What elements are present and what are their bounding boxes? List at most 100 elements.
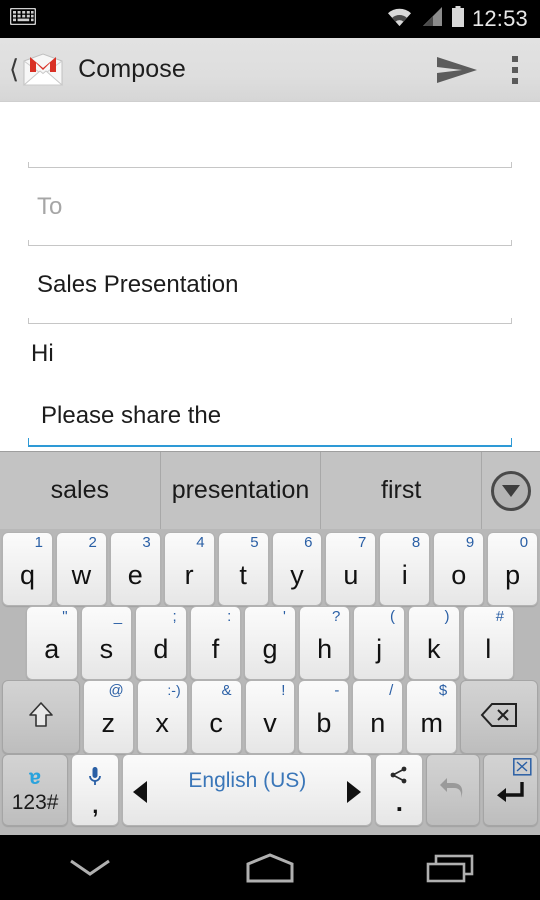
key-g[interactable]: ' g (244, 606, 296, 680)
home-icon[interactable] (180, 852, 360, 884)
chevron-down-circle-icon[interactable] (482, 452, 540, 529)
cut-scissors-icon (513, 758, 532, 781)
page-title: Compose (78, 55, 186, 83)
key-label: b (316, 707, 332, 738)
key-x[interactable]: :-) x (136, 680, 188, 754)
key-c[interactable]: & c (190, 680, 242, 754)
symbols-key[interactable]: ɐ 123# (2, 754, 69, 826)
key-m[interactable]: $ m (406, 680, 458, 754)
enter-key[interactable] (482, 754, 539, 826)
overflow-dot (512, 77, 518, 84)
key-label: v (263, 707, 277, 738)
expand-triangle (502, 484, 521, 497)
key-f[interactable]: : f (189, 606, 242, 680)
key-hint: # (495, 608, 505, 625)
key-hint: :-) (167, 682, 181, 698)
suggestion-item[interactable]: sales (0, 452, 161, 529)
key-j[interactable]: ( j (353, 606, 405, 680)
key-i[interactable]: 8 i (379, 532, 431, 606)
keyboard-row-2: " a _ s ; d : f ' g ? h (j) k # l (0, 606, 540, 680)
keyboard-row-3: @ z :-) x & c ! v - b / n $ m (0, 680, 540, 754)
key-hint: @ (108, 682, 124, 699)
to-field[interactable]: To (28, 168, 512, 246)
key-n[interactable]: / n (352, 680, 404, 754)
suggestion-item[interactable]: first (321, 452, 483, 529)
key-o[interactable]: 9 o (433, 532, 485, 606)
keyboard-row-1: 1 q 2 w 3 e 4 r 5 t 6 y 7 u 8 i 9 o 0 p (0, 532, 540, 606)
subject-field[interactable]: Sales Presentation (28, 246, 512, 324)
key-hint: 1 (34, 534, 43, 551)
body-field-line-1[interactable]: Hi (28, 324, 512, 384)
key-hint: 2 (88, 534, 97, 551)
hide-keyboard-chevron-icon[interactable] (0, 857, 180, 879)
key-r[interactable]: 4 r (163, 532, 215, 606)
comma-key[interactable]: , (71, 754, 120, 826)
key-b[interactable]: - b (298, 680, 350, 754)
key-hint: 5 (250, 534, 259, 551)
from-field[interactable] (28, 102, 512, 168)
key-label: u (343, 559, 359, 590)
key-label: j (376, 633, 383, 664)
key-y[interactable]: 6 y (271, 532, 323, 606)
key-label: s (99, 633, 114, 664)
back-chevron-icon[interactable]: ⟨ (0, 56, 21, 83)
key-hint: ; (172, 608, 177, 625)
key-hint: 6 (304, 534, 313, 551)
body-field-line-2[interactable]: Please share the (28, 384, 512, 447)
key-p[interactable]: 0 p (487, 532, 539, 606)
key-label: m (420, 707, 443, 738)
key-u[interactable]: 7 u (325, 532, 377, 606)
key-t[interactable]: 5 t (217, 532, 269, 606)
send-icon[interactable] (416, 55, 498, 85)
key-k[interactable]: ) k (407, 606, 460, 680)
key-label: n (370, 707, 386, 738)
key-hint: ? (332, 608, 341, 625)
key-hint: " (62, 608, 68, 625)
handwriting-a-icon: ɐ (29, 766, 41, 789)
key-a[interactable]: " a (26, 606, 78, 680)
key-hint: / (389, 682, 394, 699)
key-label: z (101, 707, 116, 738)
undo-arrow-icon (438, 774, 468, 807)
overflow-menu-icon[interactable] (498, 55, 540, 84)
key-hint: 7 (358, 534, 367, 551)
overflow-dot (512, 55, 518, 62)
key-hint: ) (444, 608, 450, 625)
backspace-icon (480, 702, 518, 733)
recent-apps-icon[interactable] (360, 853, 540, 883)
period-key[interactable]: . (375, 754, 424, 826)
from-value (28, 102, 37, 129)
key-hint: 8 (411, 534, 421, 551)
key-d[interactable]: ; d (135, 606, 187, 680)
key-hint: $ (438, 682, 448, 699)
backspace-key[interactable] (460, 680, 538, 754)
key-e[interactable]: 3 e (109, 532, 161, 606)
key-label: o (451, 559, 467, 590)
arrow-right-icon[interactable] (347, 781, 362, 803)
key-l[interactable]: # l (462, 606, 515, 680)
key-v[interactable]: ! v (244, 680, 296, 754)
expand-circle (491, 470, 532, 511)
key-s[interactable]: _ s (80, 606, 133, 680)
undo-key[interactable] (426, 754, 480, 826)
key-q[interactable]: 1 q (2, 532, 53, 606)
key-hint: ( (389, 608, 395, 625)
gmail-icon[interactable] (21, 52, 65, 87)
compose-form: To Sales Presentation Hi Please share th… (0, 102, 540, 451)
key-w[interactable]: 2 w (55, 532, 107, 606)
to-placeholder: To (37, 193, 63, 220)
microphone-icon (88, 766, 102, 793)
key-hint: 4 (196, 534, 205, 551)
key-hint: 0 (519, 534, 529, 551)
key-z[interactable]: @ z (82, 680, 134, 754)
key-hint: ! (281, 682, 286, 699)
space-key[interactable]: English (US) (122, 754, 373, 826)
shift-key[interactable] (2, 680, 80, 754)
body-text-greeting: Hi (31, 340, 54, 367)
period-key-label: . (395, 786, 403, 817)
navigation-bar (0, 835, 540, 900)
suggestion-item[interactable]: presentation (161, 452, 322, 529)
key-h[interactable]: ? h (298, 606, 351, 680)
body-text-current: Please share the (41, 401, 222, 429)
key-label: d (153, 633, 169, 664)
